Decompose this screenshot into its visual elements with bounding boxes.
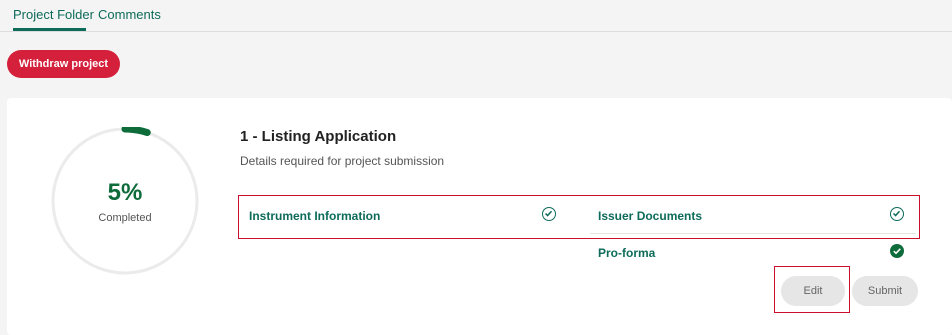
- listing-application-card: 5% Completed 1 - Listing Application Det…: [7, 98, 952, 335]
- row-divider: [590, 233, 916, 234]
- section-subtitle: Details required for project submission: [240, 154, 445, 168]
- edit-button[interactable]: Edit: [781, 276, 845, 306]
- tab-comments[interactable]: Comments: [98, 7, 161, 22]
- active-tab-indicator: [13, 28, 86, 31]
- submit-button[interactable]: Submit: [852, 276, 918, 306]
- progress-ring: 5% Completed: [51, 127, 199, 275]
- tab-bar: Project Folder Comments: [0, 0, 952, 32]
- check-circle-filled-icon: [890, 244, 904, 258]
- issuer-documents-link[interactable]: Issuer Documents: [598, 209, 702, 223]
- tab-project-folder[interactable]: Project Folder: [13, 7, 94, 22]
- section-title: 1 - Listing Application: [240, 128, 397, 145]
- progress-arc: [121, 127, 151, 137]
- withdraw-project-button[interactable]: Withdraw project: [7, 50, 120, 78]
- check-circle-icon: [542, 207, 556, 221]
- progress-percent: 5%: [107, 179, 143, 206]
- instrument-information-link[interactable]: Instrument Information: [249, 209, 380, 223]
- progress-label: Completed: [98, 212, 152, 224]
- pro-forma-link[interactable]: Pro-forma: [598, 246, 655, 260]
- check-circle-icon: [890, 207, 904, 221]
